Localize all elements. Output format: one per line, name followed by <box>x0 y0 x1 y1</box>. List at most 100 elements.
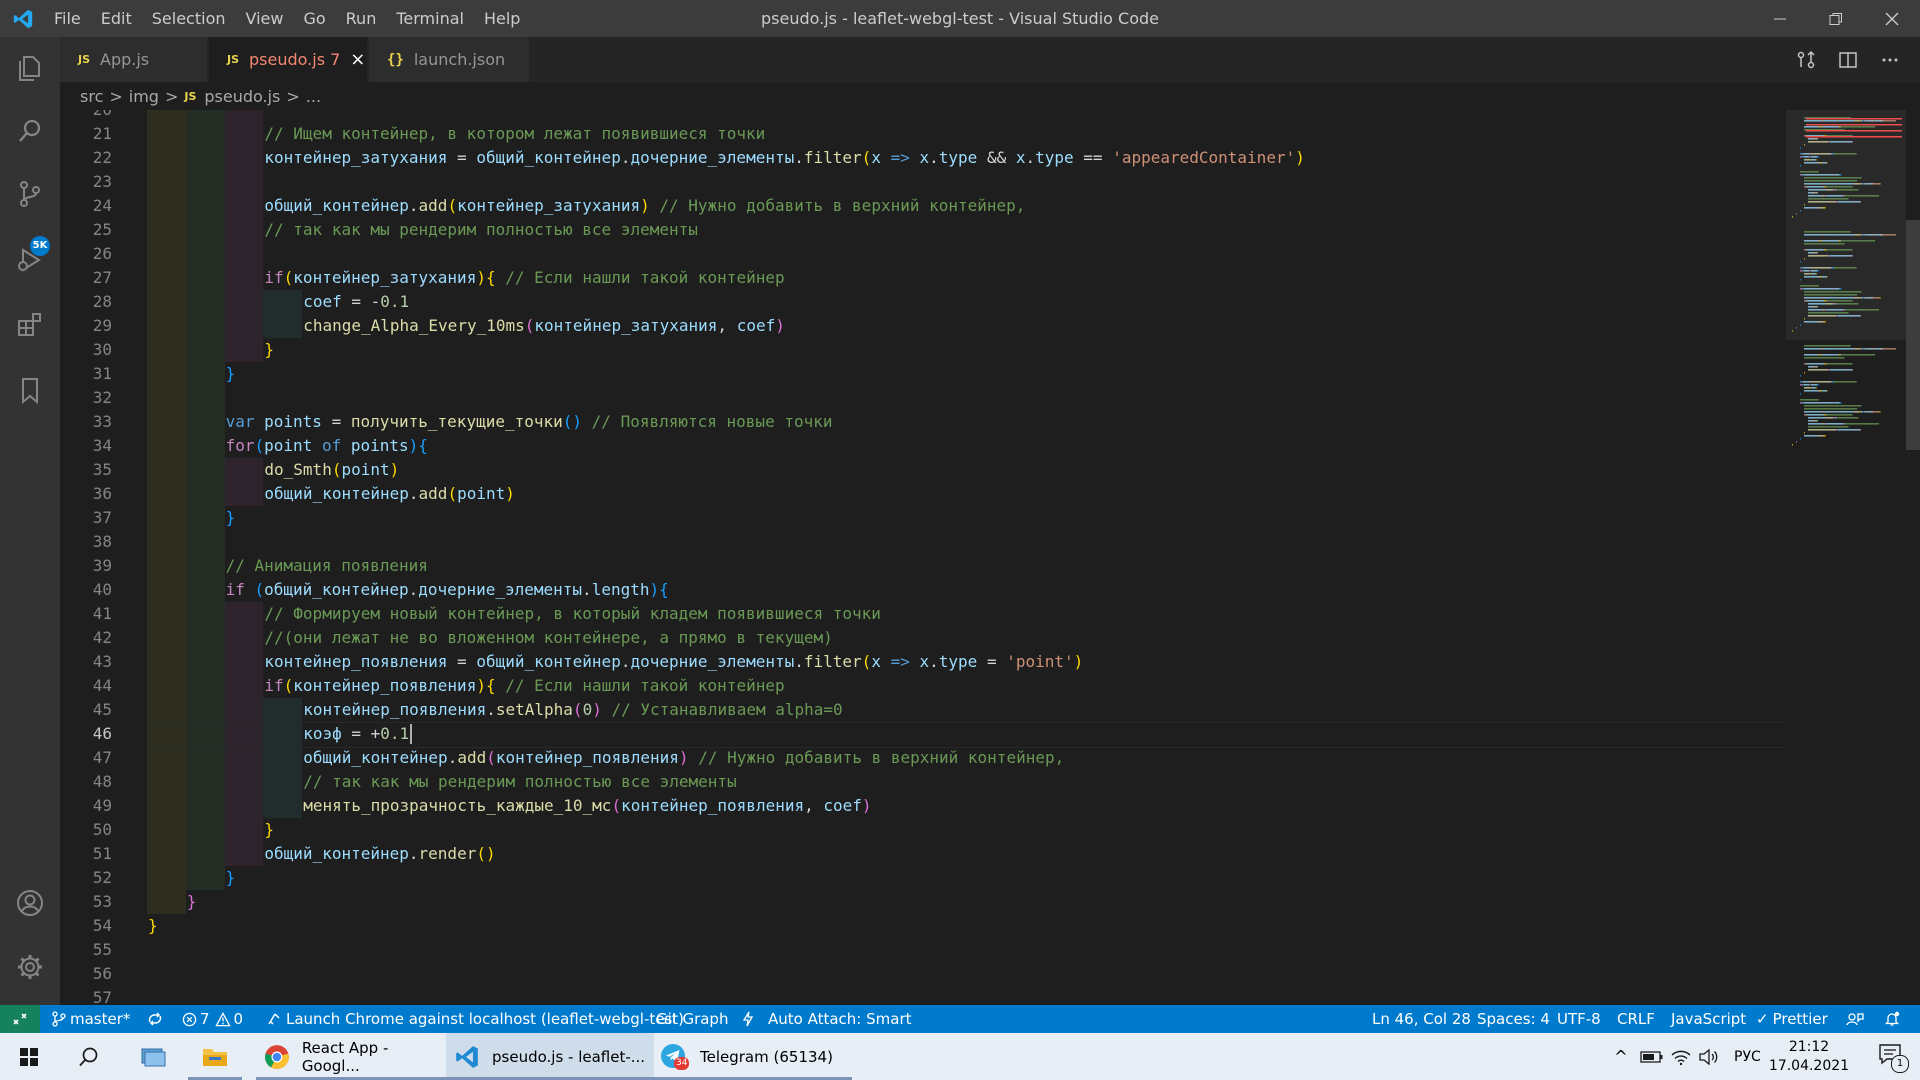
menu-edit[interactable]: Edit <box>91 0 142 37</box>
split-editor-icon[interactable] <box>1838 50 1858 70</box>
menu-file[interactable]: File <box>44 0 91 37</box>
encoding-item[interactable]: UTF-8 <box>1557 1005 1601 1033</box>
code-line[interactable]: do_Smth(point) <box>264 458 399 482</box>
close-tab-icon[interactable]: × <box>350 49 365 70</box>
vertical-scrollbar[interactable] <box>1906 110 1920 1005</box>
code-line[interactable]: if(контейнер_появления){ // Если нашли т… <box>264 674 784 698</box>
search-icon[interactable] <box>14 115 46 147</box>
minimize-button[interactable] <box>1752 0 1808 37</box>
code-line[interactable]: // Формируем новый контейнер, в который … <box>264 602 881 626</box>
remote-indicator[interactable] <box>0 1005 40 1033</box>
settings-gear-icon[interactable] <box>14 951 46 983</box>
task-view-button[interactable] <box>124 1033 182 1080</box>
problems-item[interactable]: 7 0 <box>182 1005 243 1033</box>
menu-go[interactable]: Go <box>293 0 335 37</box>
code-line[interactable]: менять_прозрачность_каждые_10_мс(контейн… <box>303 794 871 818</box>
code-token: 0 <box>582 700 593 719</box>
language-mode-item[interactable]: JavaScript <box>1671 1005 1746 1033</box>
breadcrumb-symbol[interactable]: ... <box>306 87 321 106</box>
menu-terminal[interactable]: Terminal <box>386 0 474 37</box>
bookmarks-icon[interactable] <box>14 374 46 406</box>
taskbar-app-vscode[interactable]: pseudo.js - leaflet-... <box>446 1033 654 1080</box>
battery-icon[interactable] <box>1640 1049 1664 1065</box>
taskbar-app-telegram[interactable]: 34 Telegram (65134) <box>652 1033 852 1080</box>
prettier-item[interactable]: ✓ Prettier <box>1756 1005 1828 1033</box>
tab-launch-json[interactable]: {} launch.json <box>369 37 529 82</box>
code-line[interactable]: } <box>264 338 274 362</box>
code-line[interactable]: if(контейнер_затухания){ // Если нашли т… <box>264 266 784 290</box>
code-line[interactable]: общий_контейнер.add(контейнер_появления)… <box>303 746 1064 770</box>
open-changes-icon[interactable] <box>1796 50 1816 70</box>
menu-view[interactable]: View <box>236 0 294 37</box>
code-line[interactable]: контейнер_появления.setAlpha(0) // Устан… <box>303 698 842 722</box>
feedback-button[interactable] <box>1846 1005 1864 1033</box>
code-line[interactable]: for(point of points){ <box>226 434 428 458</box>
menu-help[interactable]: Help <box>474 0 530 37</box>
volume-icon[interactable] <box>1698 1048 1720 1066</box>
cursor-position-item[interactable]: Ln 46, Col 28 <box>1372 1005 1471 1033</box>
account-icon[interactable] <box>14 887 46 919</box>
minimap-line <box>1804 207 1818 209</box>
taskbar-search-button[interactable] <box>60 1033 118 1080</box>
launch-config-item[interactable]: Launch Chrome against localhost (leaflet… <box>266 1005 684 1033</box>
tab-app-js[interactable]: JS App.js <box>60 37 207 82</box>
code-line[interactable]: коэф = +0.1 <box>303 722 409 746</box>
sync-button[interactable] <box>146 1005 164 1033</box>
source-control-icon[interactable] <box>14 178 46 210</box>
git-branch-item[interactable]: master* <box>52 1005 130 1033</box>
breadcrumb-img[interactable]: img <box>129 87 159 106</box>
code-area[interactable]: // Ищем контейнер, в котором лежат появи… <box>147 110 1785 1005</box>
code-line[interactable]: общий_контейнер.add(контейнер_затухания)… <box>264 194 1025 218</box>
eol-item[interactable]: CRLF <box>1617 1005 1655 1033</box>
run-debug-icon[interactable] <box>14 244 46 276</box>
extensions-icon[interactable] <box>14 309 46 341</box>
code-line[interactable]: change_Alpha_Every_10ms(контейнер_затуха… <box>303 314 785 338</box>
scrollbar-thumb[interactable] <box>1906 220 1920 450</box>
code-line[interactable]: // Анимация появления <box>226 554 428 578</box>
breadcrumb-file[interactable]: pseudo.js <box>204 87 280 106</box>
restore-button[interactable] <box>1808 0 1864 37</box>
start-button[interactable] <box>0 1033 58 1080</box>
taskbar-app-chrome[interactable]: React App - Googl... <box>256 1033 450 1080</box>
code-line[interactable]: coef = -0.1 <box>303 290 409 314</box>
code-line[interactable]: } <box>264 818 274 842</box>
code-line[interactable]: } <box>187 890 197 914</box>
code-line[interactable]: общий_контейнер.render() <box>264 842 495 866</box>
code-line[interactable]: общий_контейнер.add(point) <box>264 482 515 506</box>
minimap-line <box>1811 156 1818 158</box>
code-line[interactable]: //(они лежат не во вложенном контейнере,… <box>264 626 832 650</box>
code-line[interactable]: } <box>226 506 236 530</box>
wifi-icon[interactable] <box>1670 1048 1692 1066</box>
code-line[interactable]: } <box>226 362 236 386</box>
minimap-line <box>1792 444 1793 446</box>
code-line[interactable]: // так как мы рендерим полностью все эле… <box>264 218 697 242</box>
close-window-button[interactable] <box>1864 0 1920 37</box>
explorer-icon[interactable] <box>14 52 46 84</box>
code-line[interactable]: } <box>226 866 236 890</box>
input-language-indicator[interactable]: РУС <box>1734 1049 1761 1065</box>
auto-attach-item[interactable]: Auto Attach: Smart <box>742 1005 912 1033</box>
minimap-line <box>1814 138 1816 140</box>
file-explorer-button[interactable] <box>186 1033 244 1080</box>
chevron-up-icon[interactable]: ^ <box>1608 1047 1634 1066</box>
code-line[interactable]: // Ищем контейнер, в котором лежат появи… <box>264 122 765 146</box>
code-line[interactable]: // так как мы рендерим полностью все эле… <box>303 770 736 794</box>
minimap[interactable] <box>1786 110 1906 1005</box>
code-editor[interactable]: 20 21 22 23 24 25 26 27 28 29 30 31 32 33 34 35 36 37 38 39… <box>60 110 1920 1005</box>
code-line[interactable]: контейнер_затухания = общий_контейнер.до… <box>264 146 1304 170</box>
code-line[interactable]: if (общий_контейнер.дочерние_элементы.le… <box>226 578 669 602</box>
action-center-button[interactable]: 1 <box>1864 1033 1920 1080</box>
code-line[interactable]: контейнер_появления = общий_контейнер.до… <box>264 650 1083 674</box>
code-line[interactable]: var points = получить_текущие_точки() //… <box>226 410 833 434</box>
menu-run[interactable]: Run <box>336 0 387 37</box>
indentation-item[interactable]: Spaces: 4 <box>1477 1005 1550 1033</box>
code-line[interactable]: } <box>148 914 158 938</box>
tab-pseudo-js[interactable]: JS pseudo.js 7 × <box>209 37 367 82</box>
menu-selection[interactable]: Selection <box>142 0 236 37</box>
notifications-button[interactable] <box>1884 1005 1900 1033</box>
more-actions-icon[interactable] <box>1880 50 1900 70</box>
git-graph-button[interactable]: Git Graph <box>656 1005 728 1033</box>
breadcrumb-src[interactable]: src <box>80 87 103 106</box>
system-clock[interactable]: 21:12 17.04.2021 <box>1764 1038 1854 1076</box>
minimap-line <box>1829 141 1847 143</box>
